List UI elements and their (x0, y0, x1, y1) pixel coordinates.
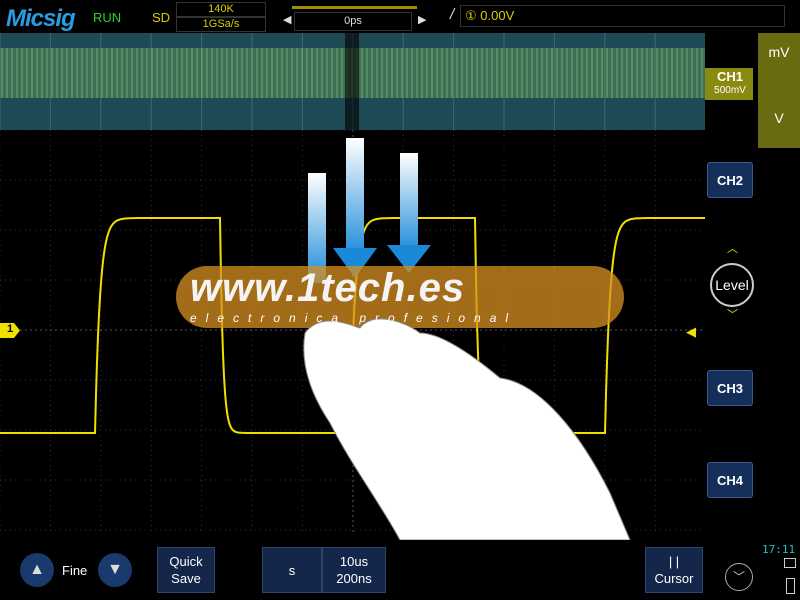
watermark-subtext: electronica profesional (190, 311, 518, 325)
swipe-down-arrows-icon (308, 138, 431, 283)
level-down-icon[interactable]: ﹀ (727, 306, 738, 322)
fine-down-button[interactable]: ▼ (98, 553, 132, 587)
brand-logo: Micsig (6, 5, 76, 32)
left-arrow-icon[interactable]: ◀ (283, 13, 291, 26)
timebase-value: 10us (339, 554, 369, 569)
overview-window (345, 33, 359, 130)
unit-mv-button[interactable]: mV (760, 34, 798, 70)
battery-icon (786, 578, 795, 594)
right-arrow-icon[interactable]: ▶ (418, 13, 426, 26)
clock: 17:11 (762, 543, 796, 556)
run-state[interactable]: RUN (93, 10, 121, 25)
level-up-icon[interactable]: ︿ (727, 240, 738, 256)
rising-edge-icon: / (450, 6, 455, 23)
level-knob[interactable]: Level (710, 263, 754, 307)
cursor-label: Cursor (654, 571, 694, 586)
memory-position-bar[interactable] (292, 6, 417, 9)
memory-depth[interactable]: 140K (176, 2, 266, 17)
timebase-button[interactable]: 10us 200ns (322, 547, 386, 593)
trigger-info[interactable]: ① 0.00V (460, 5, 785, 27)
fine-label: Fine (62, 563, 88, 578)
ch3-button[interactable]: CH3 (707, 370, 753, 406)
ch1-label: CH1 (716, 69, 743, 84)
ch1-scale: 500mV (714, 85, 746, 96)
sample-rate[interactable]: 1GSa/s (176, 17, 266, 32)
acquisition-mode[interactable]: SD (152, 10, 170, 25)
unit-v-button[interactable]: V (760, 100, 798, 136)
expand-menu-button[interactable]: ﹀ (725, 563, 753, 591)
trigger-position[interactable]: 0ps (294, 12, 412, 31)
trigger-level-marker[interactable]: ◀ (686, 324, 696, 340)
cursor-icon: | | (668, 554, 680, 569)
watermark-text: www.1tech.es (190, 266, 466, 310)
ch4-button[interactable]: CH4 (707, 462, 753, 498)
ch2-button[interactable]: CH2 (707, 162, 753, 198)
cursor-button[interactable]: | | Cursor (645, 547, 703, 593)
fine-up-button[interactable]: ▲ (20, 553, 54, 587)
ch1-button[interactable]: CH1 500mV (707, 70, 753, 98)
timebase-sub: 200ns (336, 571, 372, 586)
screen-icon (784, 558, 796, 568)
time-unit-button[interactable]: s (262, 547, 322, 593)
quick-save-button[interactable]: Quick Save (157, 547, 215, 593)
